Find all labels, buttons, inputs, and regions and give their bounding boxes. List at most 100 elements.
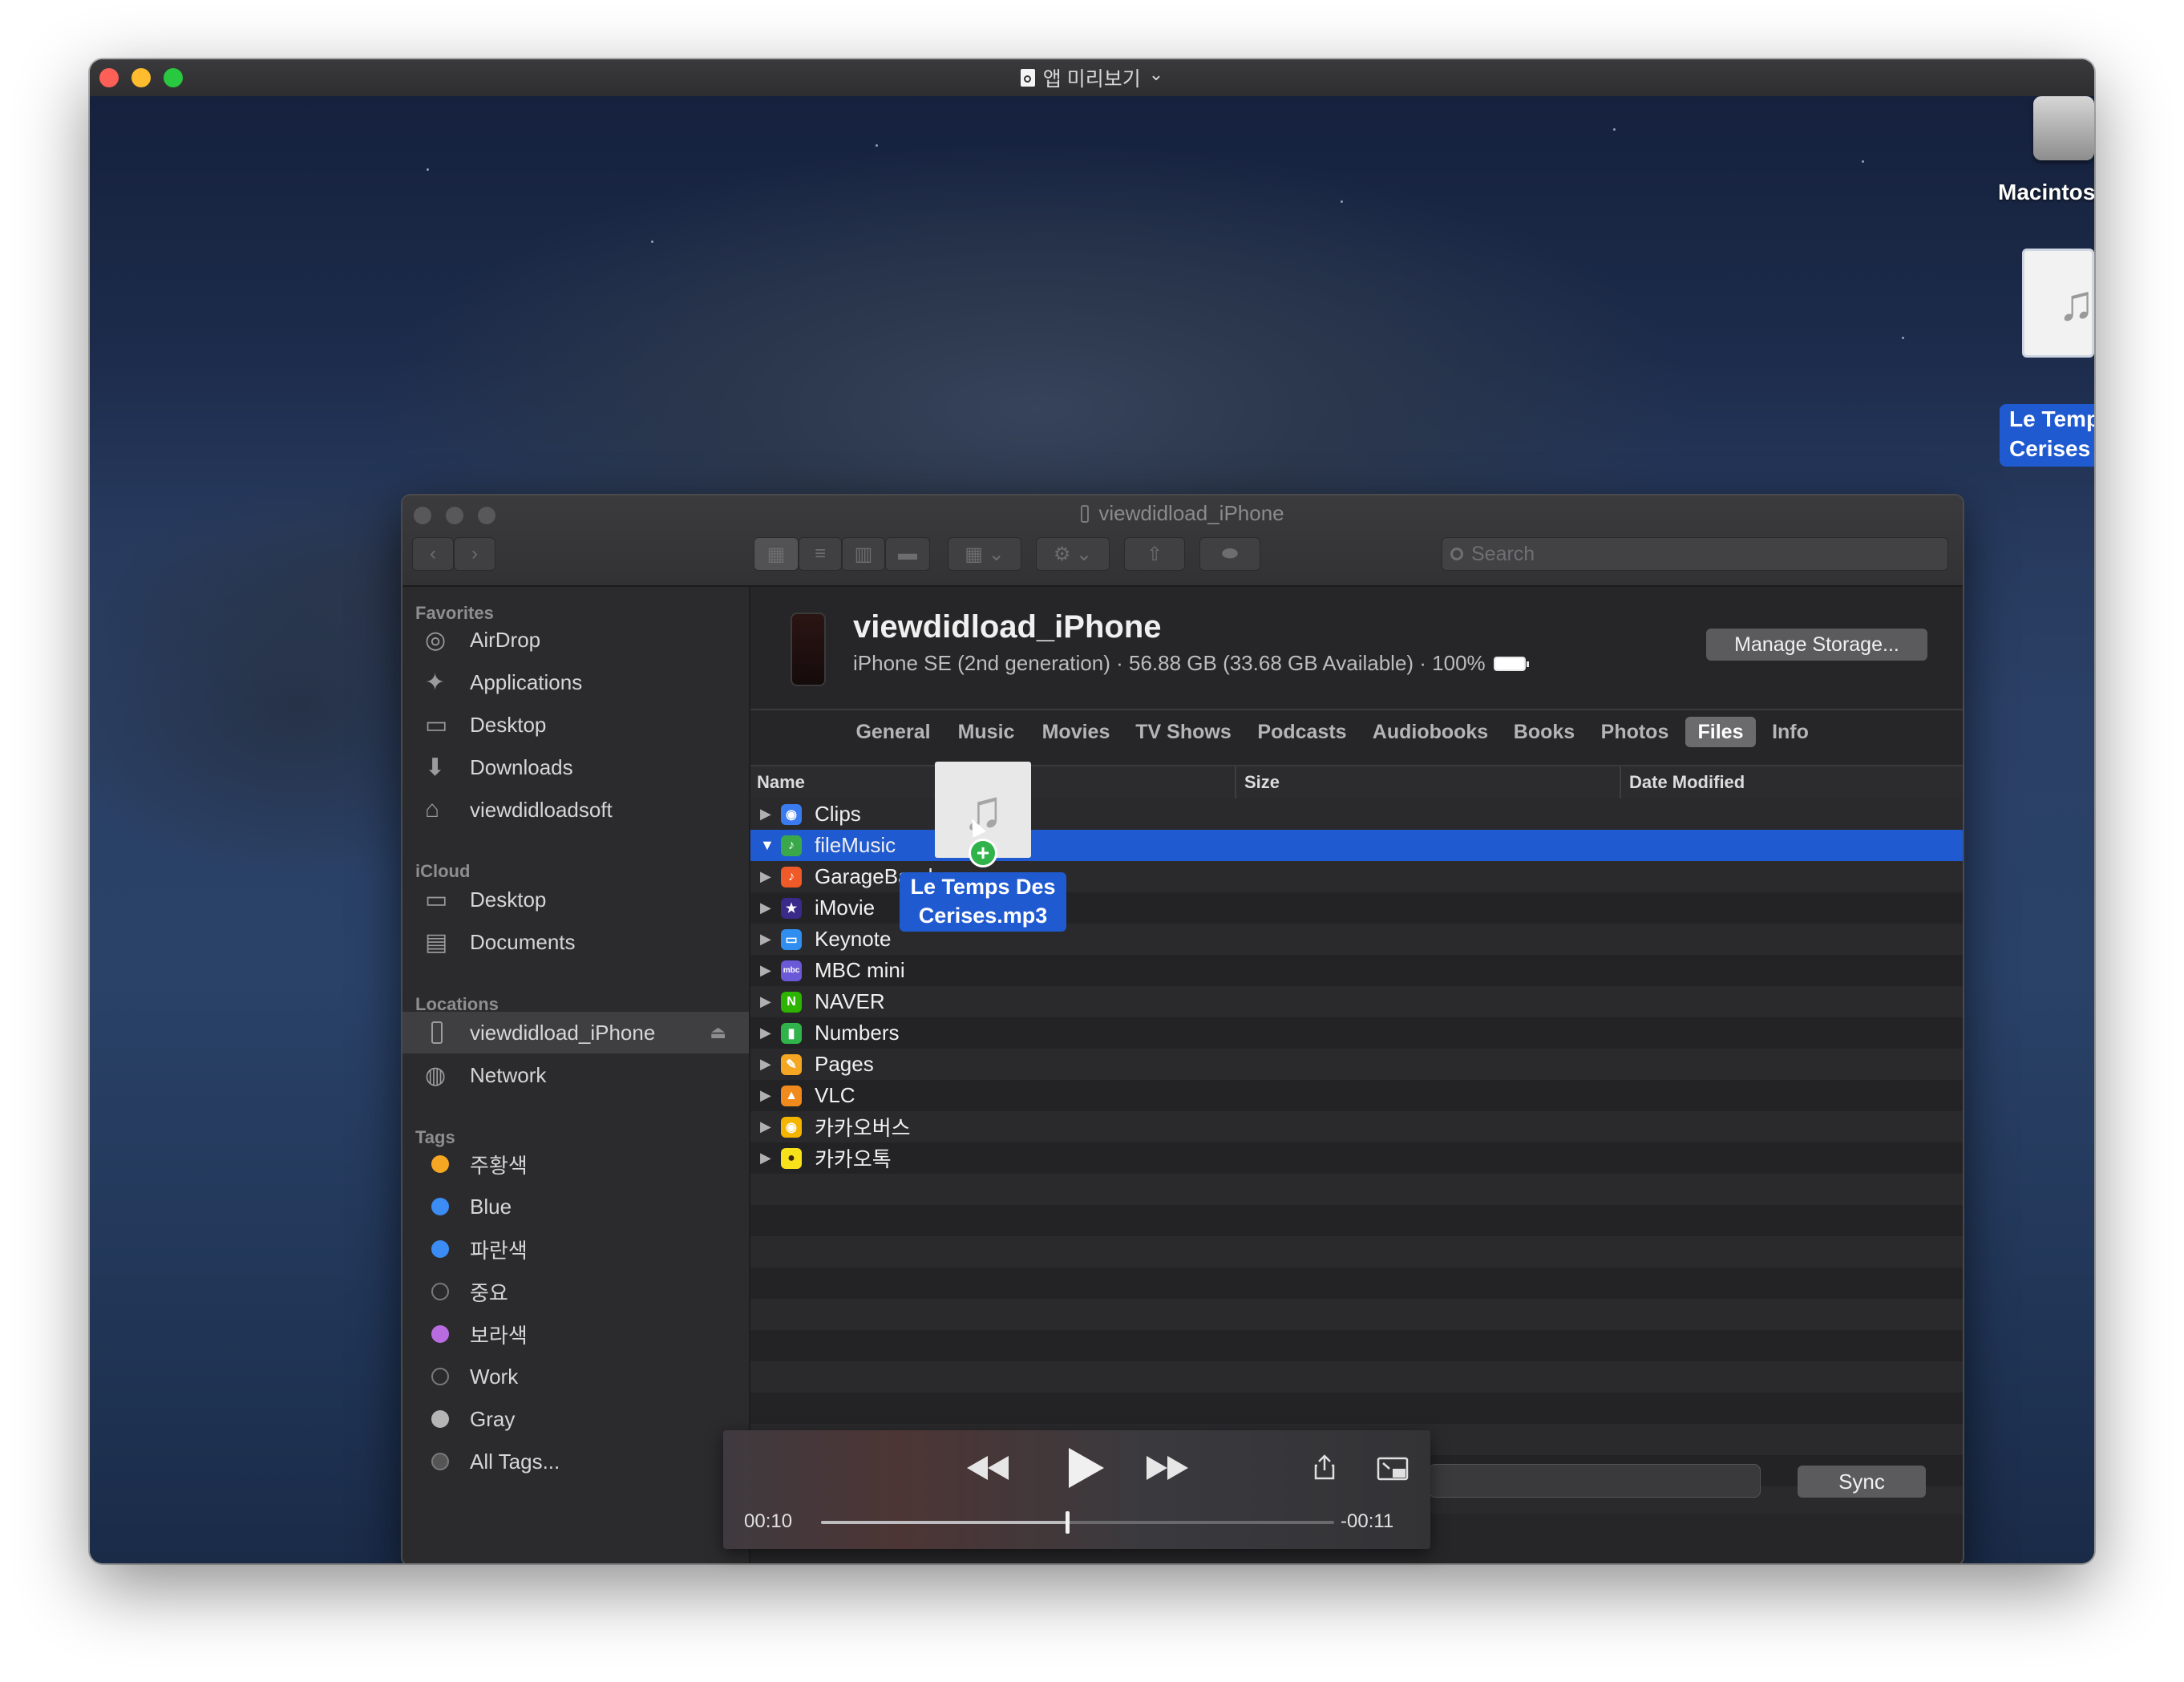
tab-audiobooks[interactable]: Audiobooks <box>1365 717 1496 747</box>
disclosure-triangle-open-icon[interactable]: ▼ <box>760 837 781 854</box>
list-item-mbc-mini[interactable]: ▶ mbc MBC mini <box>750 955 1963 986</box>
disclosure-triangle-icon[interactable]: ▶ <box>760 1025 781 1041</box>
disclosure-triangle-icon[interactable]: ▶ <box>760 806 781 823</box>
icon-view-button[interactable]: ▦ <box>754 537 799 571</box>
file-name: Keynote <box>815 927 892 951</box>
disclosure-triangle-icon[interactable]: ▶ <box>760 1150 781 1166</box>
disclosure-triangle-icon[interactable]: ▶ <box>760 1087 781 1104</box>
downloads-icon: ⬇ <box>425 754 446 781</box>
sidebar-tag-gray[interactable]: Gray <box>402 1398 749 1440</box>
play-button[interactable] <box>1058 1441 1114 1494</box>
device-subtitle: iPhone SE (2nd generation) · 56.88 GB (3… <box>853 651 1529 676</box>
fast-forward-button[interactable] <box>1143 1448 1191 1488</box>
keynote-app-icon: ▭ <box>781 928 802 950</box>
tab-general[interactable]: General <box>843 717 943 747</box>
sidebar-all-tags[interactable]: All Tags... <box>402 1441 749 1482</box>
share-icon <box>1314 1454 1335 1480</box>
star <box>1341 200 1343 203</box>
tab-books[interactable]: Books <box>1506 717 1583 747</box>
list-view-button[interactable]: ≡ <box>799 537 842 571</box>
size-column-header[interactable]: Size <box>1238 766 1621 799</box>
tag-color-dot <box>431 1368 449 1385</box>
tab-movies[interactable]: Movies <box>1031 717 1121 747</box>
sidebar-tag-orange[interactable]: 주황색 <box>402 1143 749 1185</box>
playback-scrubber[interactable] <box>821 1511 1334 1534</box>
tags-button[interactable]: ⬬ <box>1199 537 1260 571</box>
disclosure-triangle-icon[interactable]: ▶ <box>760 868 781 885</box>
column-view-button[interactable]: ▥ <box>842 537 885 571</box>
disclosure-triangle-icon[interactable]: ▶ <box>760 962 781 979</box>
sidebar-item-documents[interactable]: ▤ Documents <box>402 921 749 963</box>
list-item-numbers[interactable]: ▶ ▮ Numbers <box>750 1017 1963 1049</box>
outer-window-title[interactable]: 앱 미리보기 ⌄ <box>90 59 2094 96</box>
forward-button[interactable]: › <box>454 537 495 571</box>
disclosure-triangle-icon[interactable]: ▶ <box>760 931 781 948</box>
tab-music[interactable]: Music <box>948 717 1025 747</box>
sidebar-item-icloud-desktop[interactable]: ▭ Desktop <box>402 879 749 920</box>
tab-files[interactable]: Files <box>1685 717 1756 747</box>
sidebar-item-desktop[interactable]: ▭ Desktop <box>402 704 749 746</box>
dragged-file-label: Le Temps Des Cerises.mp3 <box>900 872 1066 932</box>
sidebar-tag-purple[interactable]: 보라색 <box>402 1313 749 1355</box>
macintosh-hd-icon[interactable] <box>2033 96 2094 160</box>
sidebar-tag-important[interactable]: 중요 <box>402 1271 749 1312</box>
sidebar-item-label: Work <box>470 1364 519 1389</box>
sidebar-item-airdrop[interactable]: ◎ AirDrop <box>402 619 749 661</box>
sidebar-item-applications[interactable]: ✦ Applications <box>402 661 749 703</box>
sidebar-item-network[interactable]: ◍ Network <box>402 1054 749 1096</box>
playback-scrubber-knob[interactable] <box>1066 1511 1070 1534</box>
gallery-icon: ▬ <box>898 543 917 564</box>
rewind-button[interactable] <box>964 1448 1012 1488</box>
sidebar-tag-work[interactable]: Work <box>402 1356 749 1397</box>
gallery-view-button[interactable]: ▬ <box>885 537 930 571</box>
tab-podcasts[interactable]: Podcasts <box>1249 717 1355 747</box>
sidebar-tag-blue-ko[interactable]: 파란색 <box>402 1228 749 1270</box>
list-item-vlc[interactable]: ▶ ▲ VLC <box>750 1080 1963 1111</box>
outer-window-title-text: 앱 미리보기 <box>1042 68 1141 91</box>
sidebar-item-downloads[interactable]: ⬇ Downloads <box>402 746 749 788</box>
gear-icon: ⚙ ⌄ <box>1053 543 1093 565</box>
list-item-pages[interactable]: ▶ ✎ Pages <box>750 1049 1963 1080</box>
list-item-kakaotalk[interactable]: ▶ ● 카카오톡 <box>750 1142 1963 1174</box>
tag-color-dot <box>431 1198 449 1215</box>
file-name: 카카오버스 <box>815 1116 911 1140</box>
file-name: MBC mini <box>815 958 905 982</box>
search-field[interactable]: Search <box>1442 537 1948 571</box>
music-file-label[interactable]: Le Temp Cerises <box>2000 404 2094 467</box>
sync-button[interactable]: Sync <box>1798 1466 1926 1498</box>
music-file-icon[interactable]: ♫ <box>2022 249 2094 358</box>
finder-window: viewdidload_iPhone ‹ › ▦ ≡ ▥ ▬ ▦ ⌄ ⚙ ⌄ ⇧… <box>401 494 1964 1563</box>
imovie-app-icon: ★ <box>781 897 802 919</box>
tab-tv-shows[interactable]: TV Shows <box>1127 717 1240 747</box>
tab-photos[interactable]: Photos <box>1591 717 1679 747</box>
macintosh-hd-label[interactable]: Macintos <box>1998 180 2094 205</box>
picture-in-picture-button[interactable] <box>1374 1453 1411 1485</box>
tag-color-dot <box>431 1240 449 1258</box>
share-button[interactable] <box>1308 1451 1341 1483</box>
tag-color-dot <box>431 1283 449 1300</box>
sidebar-tag-blue[interactable]: Blue <box>402 1186 749 1227</box>
list-item-filemusic[interactable]: ▼ ♪ fileMusic <box>750 830 1963 861</box>
music-file-label-line1: Le Temp <box>2009 406 2094 431</box>
eject-icon[interactable]: ⏏ <box>710 1022 726 1043</box>
all-tags-icon <box>431 1453 449 1470</box>
sidebar-item-iphone[interactable]: viewdidload_iPhone ⏏ <box>402 1012 749 1053</box>
disclosure-triangle-icon[interactable]: ▶ <box>760 993 781 1010</box>
disclosure-triangle-icon[interactable]: ▶ <box>760 1056 781 1073</box>
file-list-header: Name Size Date Modified <box>750 765 1963 800</box>
share-button[interactable]: ⇧ <box>1124 537 1185 571</box>
pages-app-icon: ✎ <box>781 1053 802 1075</box>
action-menu-button[interactable]: ⚙ ⌄ <box>1036 537 1110 571</box>
manage-storage-button[interactable]: Manage Storage... <box>1706 629 1927 661</box>
kakaotalk-app-icon: ● <box>781 1147 802 1169</box>
tab-info[interactable]: Info <box>1762 717 1818 747</box>
group-by-button[interactable]: ▦ ⌄ <box>948 537 1021 571</box>
disclosure-triangle-icon[interactable]: ▶ <box>760 900 781 916</box>
list-item-kakaobus[interactable]: ▶ ◉ 카카오버스 <box>750 1111 1963 1142</box>
back-button[interactable]: ‹ <box>412 537 454 571</box>
date-modified-column-header[interactable]: Date Modified <box>1623 766 1963 799</box>
list-item-clips[interactable]: ▶ ◉ Clips <box>750 799 1963 830</box>
disclosure-triangle-icon[interactable]: ▶ <box>760 1118 781 1135</box>
list-item-naver[interactable]: ▶ N NAVER <box>750 986 1963 1017</box>
sidebar-item-home[interactable]: ⌂ viewdidloadsoft <box>402 789 749 831</box>
